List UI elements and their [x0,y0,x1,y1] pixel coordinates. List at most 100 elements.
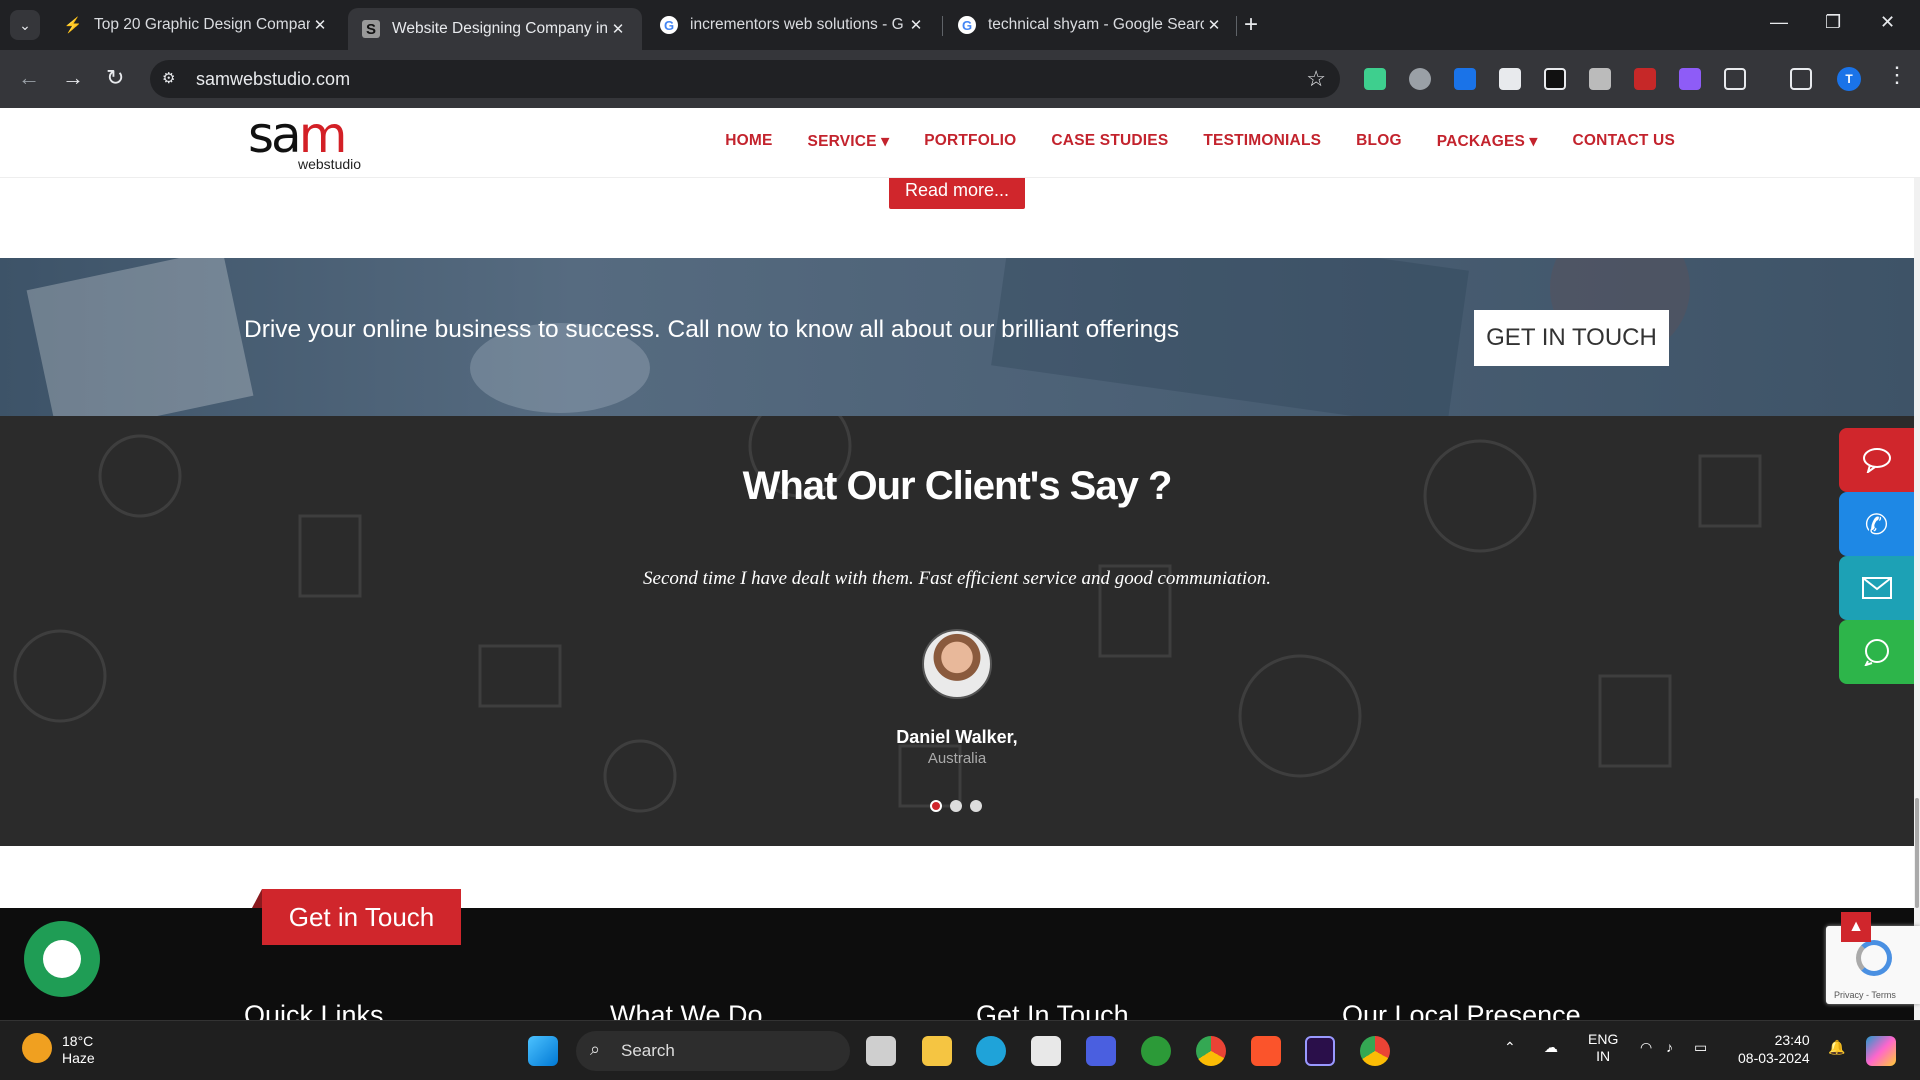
nav-packages[interactable]: PACKAGES ▾ [1437,132,1538,151]
onedrive-icon[interactable]: ☁ [1544,1039,1558,1056]
heading-part: What Our [742,464,925,508]
show-hidden-icons-icon[interactable]: ⌃ [1504,1039,1516,1056]
language-indicator[interactable]: ENG IN [1588,1031,1618,1065]
search-icon: ⌕ [590,1039,601,1059]
volume-icon[interactable]: ♪ [1666,1039,1673,1055]
call-float-button[interactable]: ✆ [1839,492,1914,556]
chat-float-button[interactable] [1839,428,1914,492]
get-in-touch-button[interactable]: GET IN TOUCH [1474,310,1669,366]
nav-testimonials[interactable]: TESTIMONIALS [1203,132,1321,151]
tab-search-icon[interactable]: ⌄ [10,10,40,40]
nav-portfolio[interactable]: PORTFOLIO [924,132,1016,151]
tab-title: incrementors web solutions - G [690,16,904,33]
extension-icon[interactable] [1454,68,1476,90]
nav-case-studies[interactable]: CASE STUDIES [1051,132,1168,151]
microsoft-store-icon[interactable] [1031,1036,1061,1066]
battery-icon[interactable]: ▭ [1694,1039,1707,1056]
nav-home[interactable]: HOME [725,132,772,151]
restore-icon[interactable]: ❐ [1825,12,1841,33]
logo-subtext: webstudio [298,156,362,172]
extension-icon[interactable] [1409,68,1431,90]
carousel-dot[interactable] [930,800,942,812]
chrome-icon[interactable] [1196,1036,1226,1066]
extension-icon[interactable] [1634,68,1656,90]
close-window-icon[interactable]: ✕ [1880,12,1895,33]
temperature: 18°C [62,1033,94,1049]
new-tab-icon[interactable]: + [1244,12,1258,38]
haze-weather-icon [22,1033,52,1063]
app-icon[interactable] [1086,1036,1116,1066]
tab-title: technical shyam - Google Searc [988,16,1204,33]
close-tab-icon[interactable]: ✕ [608,20,628,38]
whatsapp-icon [1863,639,1889,666]
browser-menu-icon[interactable]: ⋮ [1886,62,1908,88]
chrome-profile-icon[interactable] [1360,1036,1390,1066]
tab-separator [942,16,943,36]
search-label: Search [621,1041,675,1060]
close-tab-icon[interactable]: ✕ [906,16,926,34]
scroll-to-top-button[interactable]: ▲ [1841,912,1871,942]
extension-icon[interactable] [1589,68,1611,90]
cta-banner: Drive your online business to success. C… [0,258,1914,416]
extension-icon[interactable] [1544,68,1566,90]
tab-title: Top 20 Graphic Design Compan [94,16,310,33]
carousel-dot[interactable] [970,800,982,812]
samwebstudio-logo[interactable]: sam webstudio [248,110,361,172]
extension-icon[interactable] [1679,68,1701,90]
nav-blog[interactable]: BLOG [1356,132,1402,151]
extension-icon[interactable] [1499,68,1521,90]
file-explorer-icon[interactable] [922,1036,952,1066]
carousel-dot[interactable] [950,800,962,812]
page-scrollbar[interactable] [1914,108,1920,1020]
side-panel-icon[interactable] [1790,68,1812,90]
bookmark-star-icon[interactable]: ☆ [1306,66,1326,92]
task-view-icon[interactable] [866,1036,896,1066]
premiere-pro-icon[interactable] [1305,1036,1335,1066]
recaptcha-links[interactable]: Privacy - Terms [1834,990,1896,1000]
reload-icon[interactable]: ↻ [106,66,124,90]
back-icon[interactable]: ← [18,66,40,90]
forward-icon[interactable]: → [62,66,84,90]
windows-taskbar: 18°C Haze ⌕ Search ⌃ ☁ ENG IN ◠ ♪ ▭ 23:40 0… [0,1020,1920,1080]
extension-icon[interactable] [1364,68,1386,90]
nav-service[interactable]: SERVICE ▾ [808,132,890,151]
email-float-button[interactable] [1839,556,1914,620]
tab-separator [1236,16,1237,36]
chat-bubble-icon [1862,448,1891,473]
tab-website-designing-company[interactable]: S Website Designing Company in ✕ [348,8,642,50]
clock[interactable]: 23:40 08-03-2024 [1738,1031,1810,1067]
tab-technical-shyam[interactable]: G technical shyam - Google Searc ✕ [944,6,1238,44]
profile-avatar[interactable]: T [1837,67,1861,91]
weather-widget[interactable]: 18°C Haze [22,1033,95,1067]
site-info-icon[interactable]: ⚙ [162,69,182,89]
copilot-icon[interactable] [1866,1036,1896,1066]
live-chat-button[interactable] [24,921,100,997]
google-favicon-icon: G [660,16,678,34]
taskbar-search[interactable]: ⌕ Search [576,1031,850,1071]
edge-icon[interactable] [976,1036,1006,1066]
phone-icon: ✆ [1864,508,1889,540]
wifi-icon[interactable]: ◠ [1640,1039,1652,1056]
brave-icon[interactable] [1251,1036,1281,1066]
get-in-touch-tab[interactable]: Get in Touch [252,889,461,945]
close-tab-icon[interactable]: ✕ [1204,16,1224,34]
recaptcha-icon [1856,940,1892,976]
notifications-icon[interactable]: 🔔 [1828,1039,1845,1056]
carousel-dots [930,800,982,812]
client-name: Daniel Walker, [896,727,1018,747]
extensions-puzzle-icon[interactable] [1724,68,1746,90]
tab-incrementors[interactable]: G incrementors web solutions - G ✕ [646,6,940,44]
windows-start-icon[interactable] [528,1036,558,1066]
nav-contact-us[interactable]: CONTACT US [1573,132,1675,151]
tab-top-20-graphic-design[interactable]: ⚡ Top 20 Graphic Design Compan ✕ [50,6,344,44]
whatsapp-float-button[interactable] [1839,620,1914,684]
weather-condition: Haze [62,1050,95,1066]
address-bar[interactable]: ⚙ samwebstudio.com ☆ [150,60,1340,98]
testimonial-quote: Second time I have dealt with them. Fast… [643,568,1271,589]
minimize-icon[interactable]: — [1770,12,1788,33]
scrollbar-thumb[interactable] [1915,798,1919,908]
xbox-icon[interactable] [1141,1036,1171,1066]
language-code: ENG [1588,1031,1619,1047]
close-tab-icon[interactable]: ✕ [310,16,330,34]
url-text[interactable]: samwebstudio.com [196,69,350,90]
